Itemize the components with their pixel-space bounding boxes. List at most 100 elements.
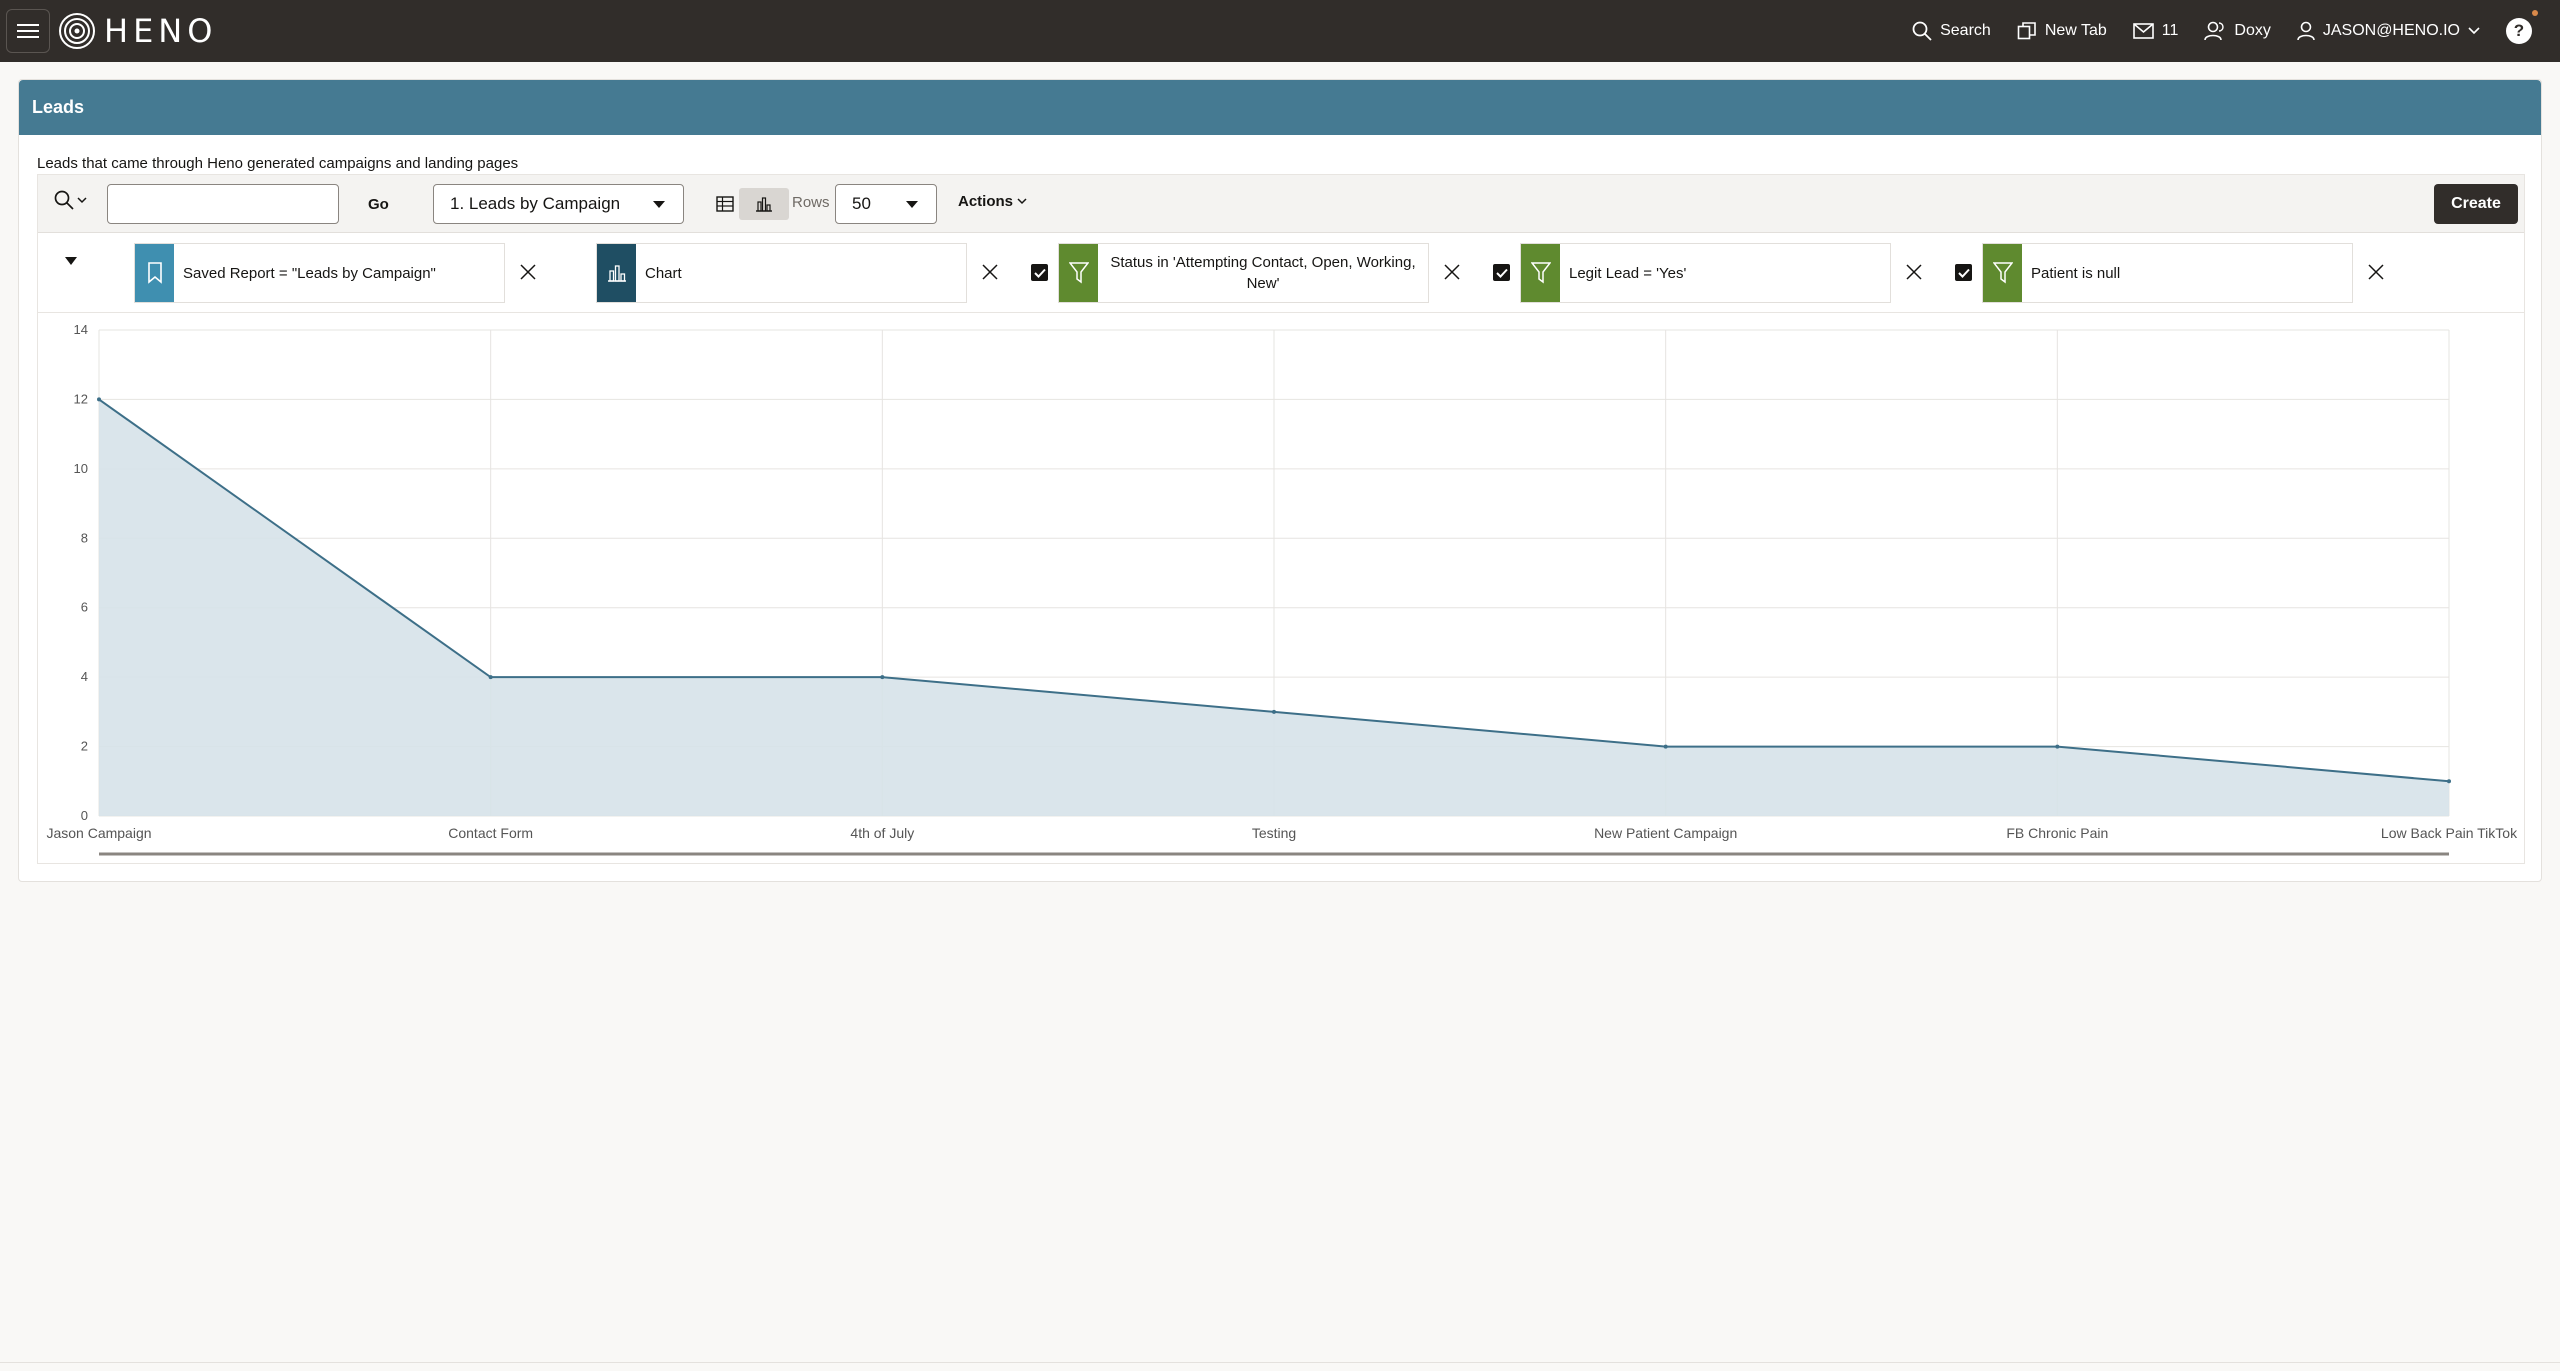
checkmark-icon xyxy=(1033,268,1046,278)
search-link[interactable]: Search xyxy=(1912,21,1991,41)
bookmark-icon xyxy=(135,244,174,302)
search-icon xyxy=(54,190,74,210)
close-icon[interactable] xyxy=(981,263,999,281)
filter-chip-legit-lead[interactable]: Legit Lead = 'Yes' xyxy=(1520,243,1891,303)
chevron-down-icon xyxy=(77,196,87,203)
mail-link[interactable]: 11 xyxy=(2132,22,2179,40)
y-tick-label: 0 xyxy=(81,808,88,823)
checkmark-icon xyxy=(1957,268,1970,278)
checkmark-icon xyxy=(1495,268,1508,278)
hamburger-icon xyxy=(17,24,39,38)
leads-chart: 0 2 4 6 8 10 12 14 Jason Campaign Contact Form 4th… xyxy=(38,313,2526,865)
filter-checkbox[interactable] xyxy=(1493,264,1510,281)
table-icon xyxy=(716,196,734,212)
filter-checkbox[interactable] xyxy=(1955,264,1972,281)
caret-down-icon xyxy=(906,201,918,208)
filter-chip-patient[interactable]: Patient is null xyxy=(1982,243,2353,303)
saved-report-value: 1. Leads by Campaign xyxy=(450,194,621,213)
users-icon xyxy=(2204,21,2225,41)
rows-label: Rows xyxy=(792,194,830,211)
data-point xyxy=(97,397,101,402)
actions-menu-button[interactable]: Actions xyxy=(958,193,1027,210)
collapse-toggle-icon[interactable] xyxy=(65,257,77,265)
filter-chip-label: Patient is null xyxy=(2031,264,2121,282)
notification-dot xyxy=(2532,10,2538,16)
x-tick-label: Testing xyxy=(1252,825,1296,841)
region-title: Leads xyxy=(19,80,2541,135)
filter-checkbox[interactable] xyxy=(1031,264,1048,281)
bar-chart-icon xyxy=(597,244,636,302)
data-point xyxy=(2055,744,2060,749)
filter-chip-label: Status in 'Attempting Contact, Open, Wor… xyxy=(1110,254,1416,292)
doxy-label: Doxy xyxy=(2234,22,2271,39)
close-icon[interactable] xyxy=(1443,263,1461,281)
search-column-button[interactable] xyxy=(54,190,87,210)
data-point xyxy=(2447,779,2451,784)
go-button[interactable]: Go xyxy=(356,189,401,219)
app-logo[interactable]: HENO xyxy=(58,12,217,50)
rows-select[interactable]: 50 xyxy=(835,184,937,224)
new-tab-label: New Tab xyxy=(2044,22,2107,39)
y-tick-label: 8 xyxy=(81,530,88,545)
y-tick-label: 14 xyxy=(74,322,88,337)
data-point xyxy=(1272,709,1276,714)
create-button[interactable]: Create xyxy=(2434,184,2518,224)
y-tick-label: 4 xyxy=(81,669,88,684)
chevron-down-icon xyxy=(2468,27,2480,35)
filter-icon xyxy=(1521,244,1560,302)
x-tick-label: New Patient Campaign xyxy=(1594,825,1737,841)
heno-logo-icon xyxy=(59,13,95,49)
filter-chip-chart[interactable]: Chart xyxy=(596,243,967,303)
search-label: Search xyxy=(1940,22,1991,39)
y-tick-label: 10 xyxy=(74,461,88,476)
help-button[interactable]: ? xyxy=(2506,10,2538,44)
rows-value: 50 xyxy=(852,194,871,213)
filter-chip-label: Chart xyxy=(645,264,682,282)
caret-down-icon xyxy=(653,201,665,208)
y-tick-label: 12 xyxy=(74,391,88,406)
top-bar: HENO Search New Tab 11 Doxy JASON@HENO.I… xyxy=(0,0,2560,62)
help-icon: ? xyxy=(2513,21,2525,40)
data-point xyxy=(1663,744,1668,749)
menu-button[interactable] xyxy=(6,9,50,53)
user-icon xyxy=(2297,21,2315,41)
area-chart: 0 2 4 6 8 10 12 14 Jason Campaign Contact Form 4th… xyxy=(46,322,2518,856)
close-icon[interactable] xyxy=(1905,263,1923,281)
filter-icon xyxy=(1983,244,2022,302)
top-nav: Search New Tab 11 Doxy JASON@HENO.IO ? xyxy=(1912,0,2538,62)
filter-chip-label: Legit Lead = 'Yes' xyxy=(1569,264,1687,282)
saved-report-select[interactable]: 1. Leads by Campaign xyxy=(433,184,684,224)
filter-chip-saved-report[interactable]: Saved Report = "Leads by Campaign" xyxy=(134,243,505,303)
data-point xyxy=(488,675,493,680)
y-tick-label: 6 xyxy=(81,600,88,615)
mail-count: 11 xyxy=(2161,22,2179,39)
page-footer-divider xyxy=(0,1362,2560,1363)
new-tab-icon xyxy=(2017,22,2036,40)
search-icon xyxy=(1912,21,1932,41)
chevron-down-icon xyxy=(1017,198,1027,205)
leads-region: Leads Leads that came through Heno gener… xyxy=(18,79,2542,882)
x-tick-label: FB Chronic Pain xyxy=(2006,825,2108,841)
interactive-report: Go 1. Leads by Campaign Rows 50 Actions … xyxy=(37,174,2525,864)
new-tab-link[interactable]: New Tab xyxy=(2017,21,2107,41)
filter-chip-status[interactable]: Status in 'Attempting Contact, Open, Wor… xyxy=(1058,243,1429,303)
filter-chip-label: Saved Report = "Leads by Campaign" xyxy=(183,264,436,282)
data-point xyxy=(880,675,885,680)
close-icon[interactable] xyxy=(519,263,537,281)
actions-label: Actions xyxy=(958,193,1014,210)
x-tick-label: Jason Campaign xyxy=(46,825,151,841)
mail-icon xyxy=(2132,23,2154,39)
logo-text: HENO xyxy=(104,12,218,50)
report-settings-row: Saved Report = "Leads by Campaign" Chart… xyxy=(38,233,2524,313)
view-chart-button[interactable] xyxy=(739,188,789,220)
region-description: Leads that came through Heno generated c… xyxy=(37,155,519,172)
filter-icon xyxy=(1059,244,1098,302)
x-tick-label: Low Back Pain TikTok xyxy=(2381,825,2518,841)
bar-chart-icon xyxy=(756,197,772,212)
search-input[interactable] xyxy=(107,184,339,224)
report-toolbar: Go 1. Leads by Campaign Rows 50 Actions … xyxy=(38,175,2524,233)
x-tick-label: Contact Form xyxy=(448,825,533,841)
doxy-link[interactable]: Doxy xyxy=(2204,21,2271,41)
user-menu[interactable]: JASON@HENO.IO xyxy=(2297,21,2480,41)
close-icon[interactable] xyxy=(2367,263,2385,281)
